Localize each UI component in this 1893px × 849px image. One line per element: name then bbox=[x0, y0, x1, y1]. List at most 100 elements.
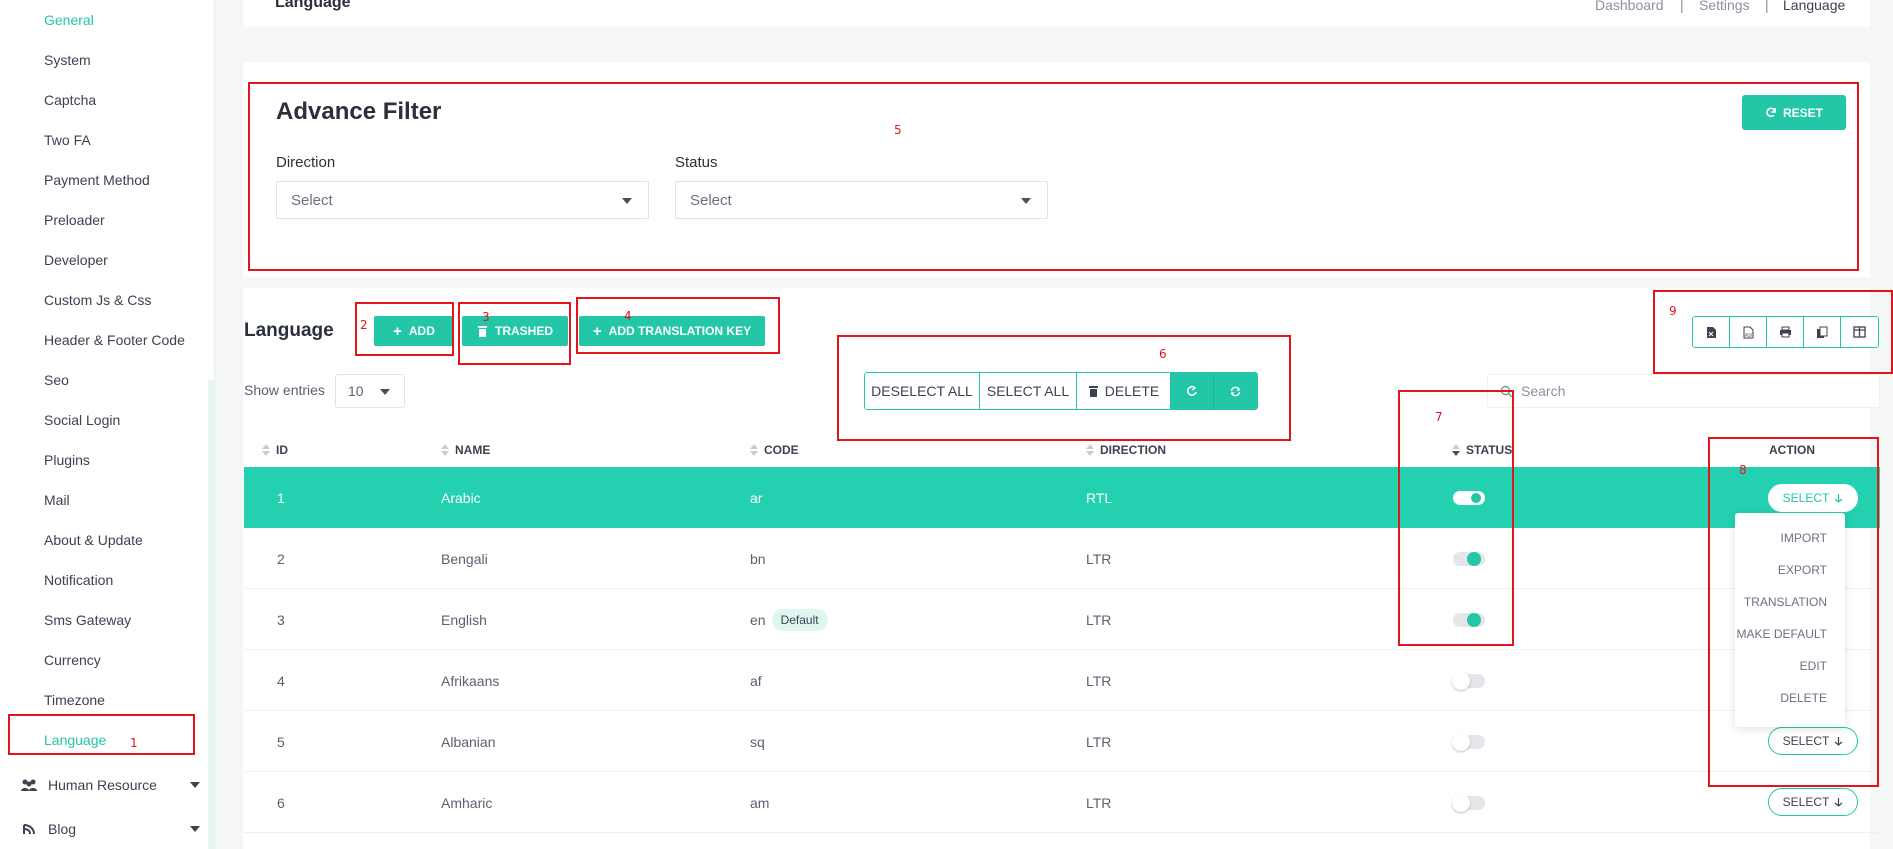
menu-item-delete[interactable]: DELETE bbox=[1780, 691, 1827, 705]
select-all-button[interactable]: SELECT ALL bbox=[980, 373, 1077, 409]
menu-item-export[interactable]: EXPORT bbox=[1778, 563, 1827, 577]
action-select-button[interactable]: SELECT bbox=[1768, 788, 1858, 816]
column-visibility-button[interactable] bbox=[1841, 317, 1878, 347]
column-header-id[interactable]: ID bbox=[262, 432, 288, 468]
cell-code: en Default bbox=[750, 589, 828, 650]
table-row[interactable]: 1 Arabic ar RTL SELECT bbox=[244, 467, 1880, 528]
table-header: ID NAME CODE DIRECTION STATUS ACTION bbox=[244, 432, 1880, 468]
cell-id: 5 bbox=[277, 733, 285, 750]
sidebar-item-notification[interactable]: Notification bbox=[44, 572, 113, 588]
sidebar-item-about-update[interactable]: About & Update bbox=[44, 532, 143, 548]
cell-id: 6 bbox=[277, 794, 285, 811]
search-input[interactable]: Search bbox=[1487, 374, 1880, 408]
sidebar-scrollbar[interactable] bbox=[208, 380, 214, 849]
status-toggle[interactable] bbox=[1453, 491, 1485, 505]
sidebar-item-currency[interactable]: Currency bbox=[44, 652, 101, 668]
sidebar-group-blog[interactable]: Blog bbox=[20, 817, 200, 841]
menu-item-import[interactable]: IMPORT bbox=[1781, 531, 1827, 545]
direction-select-value: Select bbox=[291, 191, 333, 209]
sidebar-item-captcha[interactable]: Captcha bbox=[44, 92, 96, 108]
add-translation-key-button[interactable]: + ADD TRANSLATION KEY bbox=[579, 316, 765, 346]
sidebar-item-developer[interactable]: Developer bbox=[44, 252, 108, 268]
breadcrumb-language: Language bbox=[1783, 0, 1846, 13]
bulk-delete-button[interactable]: DELETE bbox=[1077, 373, 1171, 409]
action-select-label: SELECT bbox=[1782, 734, 1830, 748]
deselect-all-button[interactable]: DESELECT ALL bbox=[865, 373, 980, 409]
status-toggle[interactable] bbox=[1452, 794, 1485, 812]
cell-id: 2 bbox=[277, 550, 285, 567]
cell-code: sq bbox=[750, 733, 765, 750]
sidebar-item-system[interactable]: System bbox=[44, 52, 91, 68]
sidebar-item-payment-method[interactable]: Payment Method bbox=[44, 172, 150, 188]
cell-name: Amharic bbox=[441, 794, 493, 811]
column-header-status[interactable]: STATUS bbox=[1452, 432, 1512, 468]
table-row[interactable]: 5 Albanian sq LTR SELECT bbox=[244, 711, 1880, 772]
trashed-button[interactable]: TRASHED bbox=[462, 316, 568, 346]
table-row[interactable]: 6 Amharic am LTR SELECT bbox=[244, 772, 1880, 833]
pdf-export-button[interactable]: PDF bbox=[1730, 317, 1767, 347]
table-title: Language bbox=[244, 320, 334, 341]
status-toggle[interactable] bbox=[1453, 613, 1485, 627]
sort-icon bbox=[750, 444, 758, 456]
caret-down-icon bbox=[622, 198, 632, 204]
column-header-code[interactable]: CODE bbox=[750, 432, 799, 468]
breadcrumb-dashboard[interactable]: Dashboard bbox=[1595, 0, 1664, 13]
toggle-knob bbox=[1452, 794, 1470, 812]
cell-name: Arabic bbox=[441, 489, 481, 506]
menu-item-translation[interactable]: TRANSLATION bbox=[1744, 595, 1827, 609]
breadcrumb-settings[interactable]: Settings bbox=[1699, 0, 1750, 13]
sidebar-item-general[interactable]: General bbox=[44, 12, 94, 28]
cell-direction: LTR bbox=[1086, 733, 1112, 750]
sidebar-group-human-resource[interactable]: Human Resource bbox=[20, 773, 200, 797]
sort-icon bbox=[262, 444, 270, 456]
status-select[interactable]: Select bbox=[675, 181, 1048, 219]
sidebar-item-seo[interactable]: Seo bbox=[44, 372, 69, 388]
column-label: DIRECTION bbox=[1100, 443, 1166, 457]
action-select-button[interactable]: SELECT bbox=[1768, 484, 1858, 512]
table-row[interactable]: 2 Bengali bn LTR bbox=[244, 528, 1880, 589]
print-icon bbox=[1779, 326, 1791, 338]
column-header-direction[interactable]: DIRECTION bbox=[1086, 432, 1166, 468]
print-button[interactable] bbox=[1767, 317, 1804, 347]
cell-name: English bbox=[441, 611, 487, 628]
sidebar-item-sms-gateway[interactable]: Sms Gateway bbox=[44, 612, 131, 628]
sidebar-item-social-login[interactable]: Social Login bbox=[44, 412, 120, 428]
reload-button[interactable] bbox=[1171, 373, 1214, 409]
arrow-down-icon bbox=[1834, 798, 1843, 807]
sidebar-item-preloader[interactable]: Preloader bbox=[44, 212, 105, 228]
status-toggle[interactable] bbox=[1453, 552, 1485, 566]
action-select-label: SELECT bbox=[1782, 795, 1830, 809]
status-toggle[interactable] bbox=[1452, 672, 1485, 690]
sidebar-item-language[interactable]: Language bbox=[44, 732, 106, 748]
menu-item-edit[interactable]: EDIT bbox=[1800, 659, 1827, 673]
sidebar-item-two-fa[interactable]: Two FA bbox=[44, 132, 91, 148]
cell-direction: LTR bbox=[1086, 550, 1112, 567]
toggle-knob bbox=[1452, 672, 1470, 690]
direction-select[interactable]: Select bbox=[276, 181, 649, 219]
menu-item-make-default[interactable]: MAKE DEFAULT bbox=[1737, 627, 1827, 641]
sidebar-item-header-footer-code[interactable]: Header & Footer Code bbox=[44, 332, 185, 348]
column-header-name[interactable]: NAME bbox=[441, 432, 490, 468]
entries-per-page-select[interactable]: 10 bbox=[335, 374, 405, 408]
table-row[interactable]: 4 Afrikaans af LTR bbox=[244, 650, 1880, 711]
add-translation-key-label: ADD TRANSLATION KEY bbox=[608, 324, 752, 338]
sidebar-item-timezone[interactable]: Timezone bbox=[44, 692, 105, 708]
search-icon bbox=[1500, 385, 1513, 397]
add-button[interactable]: + ADD bbox=[374, 316, 454, 346]
sync-button[interactable] bbox=[1214, 373, 1257, 409]
cell-id: 4 bbox=[277, 672, 285, 689]
status-toggle[interactable] bbox=[1452, 733, 1485, 751]
sidebar-item-plugins[interactable]: Plugins bbox=[44, 452, 90, 468]
chevron-down-icon bbox=[190, 782, 200, 788]
copy-button[interactable] bbox=[1804, 317, 1841, 347]
sidebar-item-custom-js-css[interactable]: Custom Js & Css bbox=[44, 292, 151, 308]
sidebar-item-mail[interactable]: Mail bbox=[44, 492, 70, 508]
table-row[interactable]: 3 English en Default LTR bbox=[244, 589, 1880, 650]
excel-export-button[interactable] bbox=[1693, 317, 1730, 347]
caret-down-icon bbox=[1021, 198, 1031, 204]
reset-button[interactable]: RESET bbox=[1742, 95, 1846, 130]
action-select-button[interactable]: SELECT bbox=[1768, 727, 1858, 755]
column-label: ID bbox=[276, 443, 288, 457]
page-title: Language bbox=[275, 0, 351, 11]
direction-label: Direction bbox=[276, 154, 336, 171]
